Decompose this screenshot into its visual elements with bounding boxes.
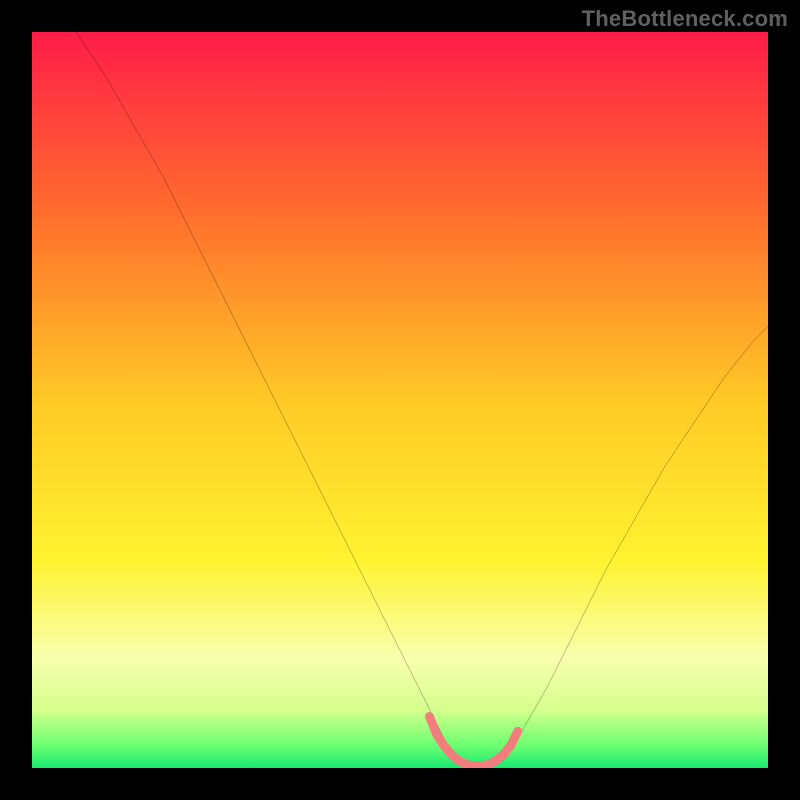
watermark-text: TheBottleneck.com [582,6,788,32]
bottleneck-plot [32,32,768,768]
plot-background [32,32,768,768]
chart-frame: TheBottleneck.com [0,0,800,800]
